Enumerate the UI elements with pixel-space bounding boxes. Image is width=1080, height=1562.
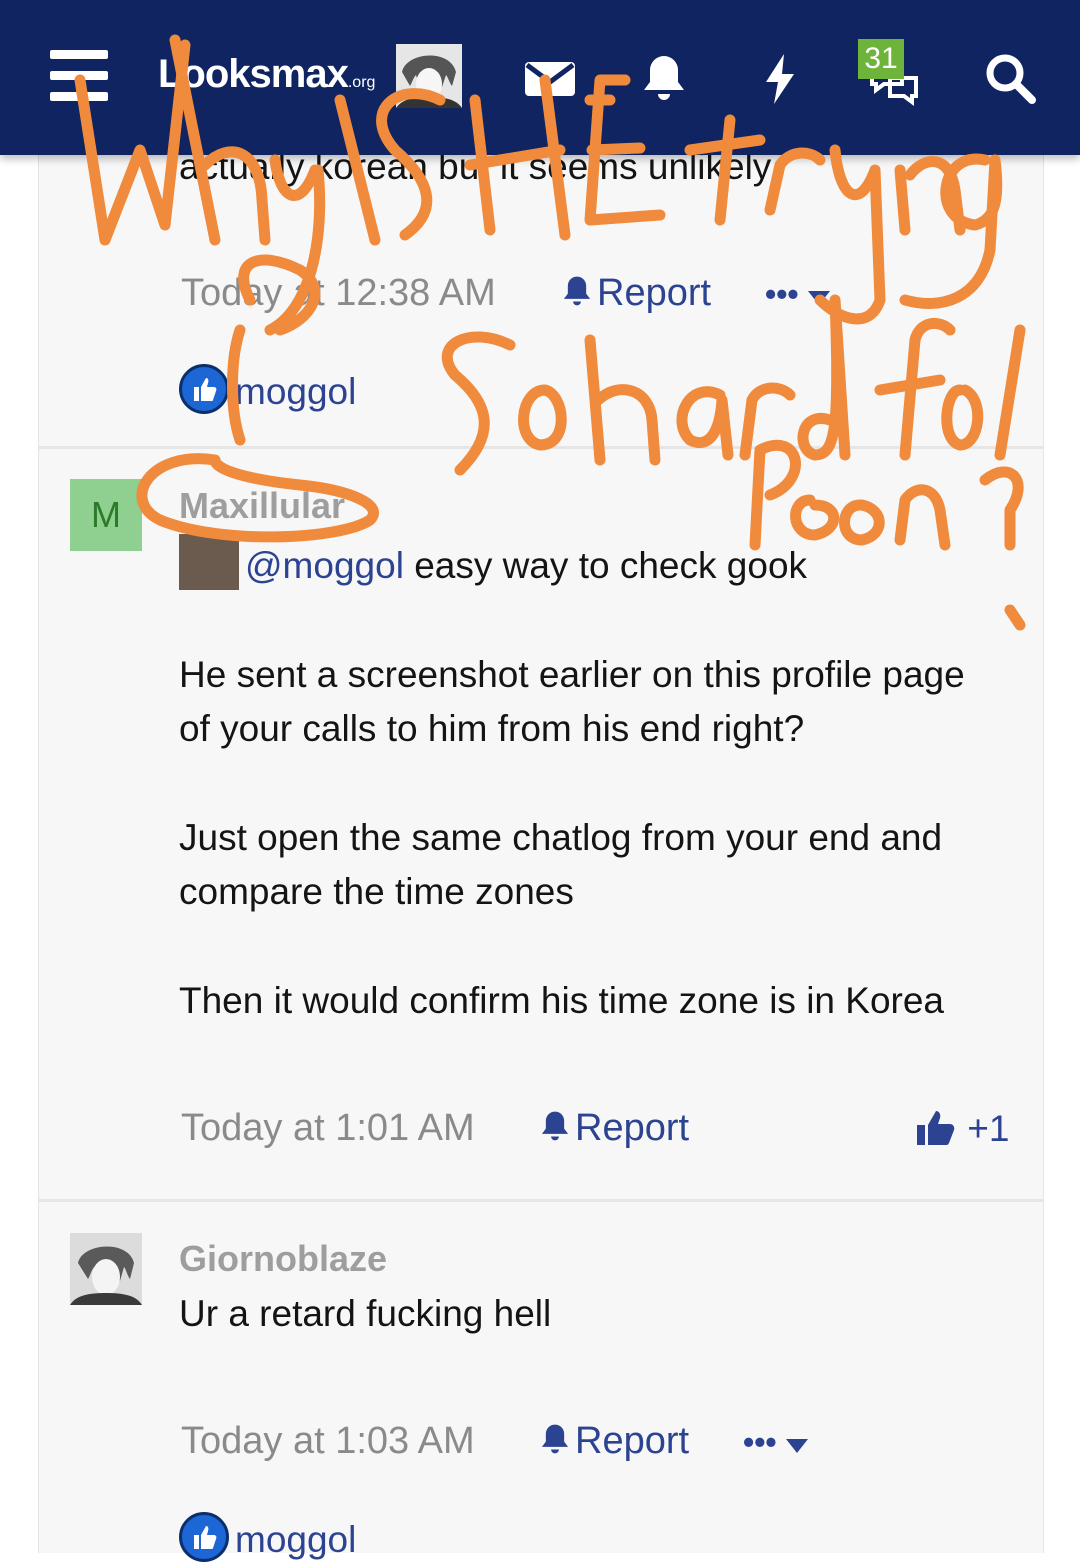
post-text-line: @moggol easy way to check gook [179,534,807,593]
bell-icon [541,1111,569,1141]
post-username[interactable]: Maxillular [179,485,345,527]
post-text-line: Just open the same chatlog from your end… [179,817,943,858]
post-text-line: Then it would confirm his time zone is i… [179,980,945,1021]
like-button[interactable]: +1 [915,1107,1009,1150]
post-text-line: He sent a screenshot earlier on this pro… [179,654,965,695]
bell-icon [563,276,591,306]
mention-link[interactable]: @moggol [245,545,404,586]
avatar[interactable] [70,1233,142,1305]
post-timestamp[interactable]: Today at 12:38 AM [181,272,496,315]
mini-avatar [179,534,239,590]
avatar[interactable]: M [70,479,142,551]
top-nav-bar: Looksmax.org 31 [0,0,1080,155]
chevron-down-icon [807,291,830,305]
lightning-icon[interactable] [752,50,808,106]
post-text: Ur a retard fucking hell [179,1293,552,1334]
post-timestamp[interactable]: Today at 1:03 AM [181,1420,475,1463]
post-timestamp[interactable]: Today at 1:01 AM [181,1107,475,1150]
user-avatar[interactable] [396,44,462,108]
post-username[interactable]: Giornoblaze [179,1238,387,1280]
post-giornoblaze: Giornoblaze Ur a retard fucking hell Tod… [39,1202,1043,1562]
thumbs-up-icon [179,1512,229,1562]
reactor-name[interactable]: moggol [235,1519,356,1560]
reaction-summary[interactable]: moggol [179,364,356,414]
more-options-button[interactable]: ••• [743,1424,808,1461]
thumbs-up-icon [917,1111,955,1145]
site-logo[interactable]: Looksmax.org [158,52,375,97]
envelope-icon[interactable] [522,50,578,106]
thumbs-up-icon [179,364,229,414]
bell-icon[interactable] [636,50,692,106]
report-button[interactable]: Report [539,1420,689,1463]
report-button[interactable]: Report [561,272,711,315]
reactor-name[interactable]: moggol [235,371,356,412]
notification-badge: 31 [858,39,904,79]
more-options-button[interactable]: ••• [765,276,830,313]
chevron-down-icon [785,1439,808,1453]
post-text-line: of your calls to him from his end right? [179,708,805,749]
report-button[interactable]: Report [539,1107,689,1150]
post-maxillular: M Maxillular @moggol easy way to check g… [39,449,1043,1199]
reaction-summary[interactable]: moggol [179,1512,356,1562]
search-icon[interactable] [982,50,1038,106]
bell-icon [541,1424,569,1454]
hamburger-menu-icon[interactable] [50,50,108,102]
thread-content: actually korean but it seems unlikely To… [38,0,1044,1562]
post-text-line: compare the time zones [179,871,574,912]
